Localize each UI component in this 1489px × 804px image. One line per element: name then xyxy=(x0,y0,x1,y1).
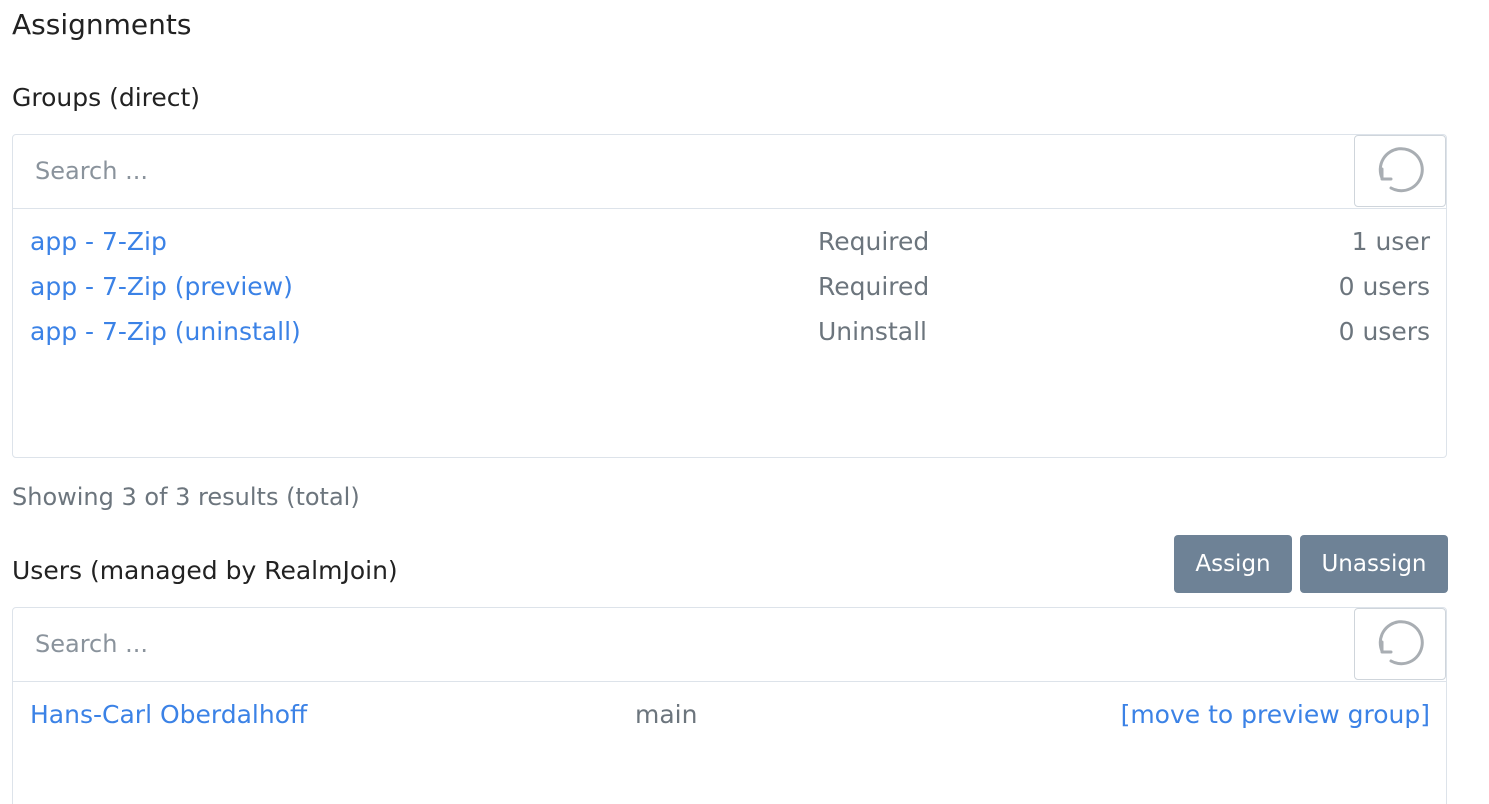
users-panel: Hans-Carl Oberdalhoff main [move to prev… xyxy=(12,607,1447,804)
group-user-count: 0 users xyxy=(1338,272,1430,301)
list-item: app - 7-Zip Required 1 user xyxy=(13,224,1446,269)
refresh-icon xyxy=(1378,620,1424,666)
group-user-count: 0 users xyxy=(1338,317,1430,346)
user-group: main xyxy=(635,700,698,729)
groups-search-row xyxy=(13,135,1446,209)
group-intent: Uninstall xyxy=(818,317,927,346)
groups-results-summary: Showing 3 of 3 results (total) xyxy=(12,483,360,511)
group-user-count: 1 user xyxy=(1351,227,1430,256)
users-search-row xyxy=(13,608,1446,682)
users-refresh-button[interactable] xyxy=(1354,608,1446,680)
group-intent: Required xyxy=(818,272,930,301)
groups-heading: Groups (direct) xyxy=(12,83,201,112)
group-link[interactable]: app - 7-Zip (preview) xyxy=(30,269,293,304)
groups-refresh-button[interactable] xyxy=(1354,135,1446,207)
group-link[interactable]: app - 7-Zip xyxy=(30,224,167,259)
groups-search-input[interactable] xyxy=(13,135,1353,207)
page-title: Assignments xyxy=(12,8,192,41)
list-item: app - 7-Zip (uninstall) Uninstall 0 user… xyxy=(13,314,1446,359)
assign-button[interactable]: Assign xyxy=(1174,535,1292,593)
group-intent: Required xyxy=(818,227,930,256)
groups-panel: app - 7-Zip Required 1 user app - 7-Zip … xyxy=(12,134,1447,458)
list-item: Hans-Carl Oberdalhoff main [move to prev… xyxy=(13,697,1446,742)
move-to-preview-link[interactable]: [move to preview group] xyxy=(1121,697,1430,732)
page: Assignments Groups (direct) app - 7-Zip … xyxy=(0,0,1489,804)
list-item: app - 7-Zip (preview) Required 0 users xyxy=(13,269,1446,314)
group-link[interactable]: app - 7-Zip (uninstall) xyxy=(30,314,301,349)
users-heading: Users (managed by RealmJoin) xyxy=(12,556,398,585)
users-search-input[interactable] xyxy=(13,608,1353,680)
unassign-button[interactable]: Unassign xyxy=(1300,535,1448,593)
groups-list: app - 7-Zip Required 1 user app - 7-Zip … xyxy=(13,209,1446,359)
users-list: Hans-Carl Oberdalhoff main [move to prev… xyxy=(13,682,1446,742)
user-link[interactable]: Hans-Carl Oberdalhoff xyxy=(30,697,307,732)
refresh-icon xyxy=(1378,147,1424,193)
